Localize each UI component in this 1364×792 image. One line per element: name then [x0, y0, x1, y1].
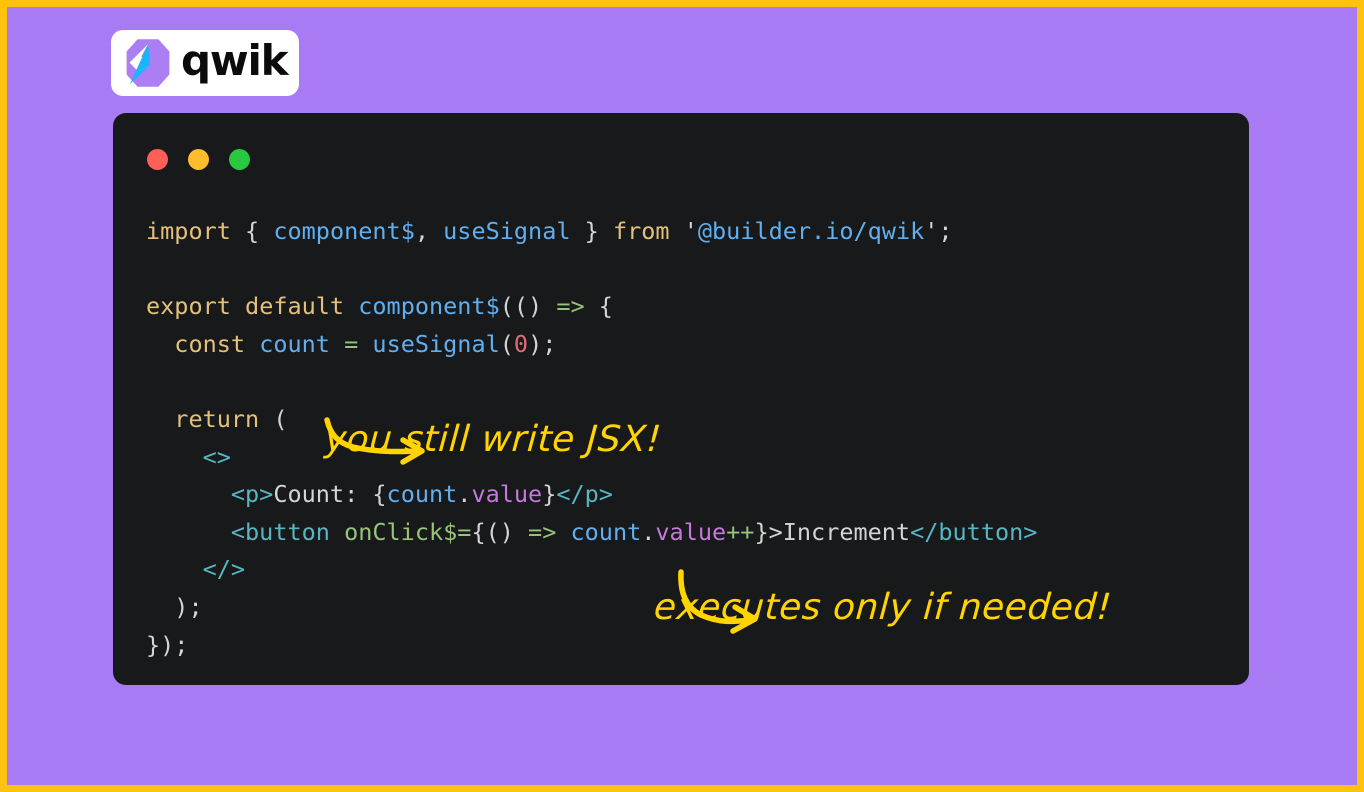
code-token: , [414, 217, 429, 245]
code-line: <p>Count: {count.value}</p> [146, 476, 1239, 514]
code-token: component$ [358, 292, 500, 321]
code-token: <p> [230, 480, 274, 509]
code-token: const [174, 329, 246, 358]
code-token: count [386, 480, 458, 509]
code-line: <button onClick$={() => count.value++}>I… [146, 514, 1239, 552]
code-token: ' [924, 217, 939, 245]
code-token: Count: [273, 480, 373, 509]
code-token: import [146, 217, 231, 245]
code-token: ( [499, 329, 514, 358]
code-token: . [457, 480, 472, 509]
code-token: ( [273, 404, 288, 433]
code-token: useSignal [443, 217, 571, 245]
code-token: count [259, 329, 330, 358]
code-line: <> [146, 439, 1239, 477]
code-line: import { component$, useSignal } from '@… [146, 213, 1239, 251]
code-token: @builder.io/qwik [697, 217, 925, 245]
image-frame: qwik import { component$, useSignal } fr… [0, 0, 1364, 792]
code-token: ; [938, 217, 953, 245]
minimize-dot[interactable] [188, 149, 209, 170]
code-token: ); [528, 329, 557, 358]
code-line: return ( [146, 401, 1239, 439]
code-token: { [245, 217, 260, 245]
code-token: 0 [513, 329, 529, 358]
code-token: {() [471, 517, 514, 546]
code-token: => [528, 517, 557, 546]
code-token: (( [499, 292, 529, 321]
code-token: <> [202, 442, 231, 471]
code-token: return [174, 404, 260, 433]
slide-canvas: qwik import { component$, useSignal } fr… [7, 7, 1357, 785]
code-line: const count = useSignal(0); [146, 326, 1239, 364]
code-line: export default component$(() => { [146, 288, 1239, 326]
code-token: ' [683, 217, 698, 245]
code-token: ++ [726, 517, 755, 546]
code-token: default [245, 292, 345, 321]
window-controls [147, 149, 250, 170]
code-token: export [146, 292, 231, 321]
code-token: </p> [556, 480, 613, 509]
code-token: = [344, 329, 359, 358]
code-token: onClick$ [344, 517, 458, 546]
code-token: . [641, 517, 656, 546]
annotation-jsx: you still write JSX! [323, 419, 663, 460]
code-token: ) [528, 292, 543, 321]
code-token: => [556, 292, 585, 321]
qwik-wordmark: qwik [181, 36, 289, 85]
code-token: Increment [782, 517, 911, 546]
code-token: = [457, 517, 472, 546]
code-token: } [542, 480, 557, 509]
code-token: component$ [273, 217, 415, 245]
code-token: ); [174, 592, 203, 621]
code-token: useSignal [372, 329, 500, 358]
annotation-lazy: executes only if needed! [652, 587, 1114, 628]
code-token: value [655, 517, 727, 546]
code-token: { [372, 480, 387, 509]
code-token: value [471, 480, 543, 509]
qwik-logo-icon [126, 39, 170, 87]
code-token: }); [146, 630, 189, 659]
code-token: <button [230, 517, 330, 546]
code-token: { [598, 292, 613, 321]
qwik-logo-badge: qwik [111, 30, 299, 96]
code-token: count [570, 517, 642, 546]
code-token: } [584, 217, 599, 245]
code-token: }> [754, 517, 783, 546]
code-token: </button> [910, 517, 1038, 546]
code-token: </> [202, 555, 246, 584]
maximize-dot[interactable] [229, 149, 250, 170]
code-token: from [612, 217, 670, 245]
close-dot[interactable] [147, 149, 168, 170]
